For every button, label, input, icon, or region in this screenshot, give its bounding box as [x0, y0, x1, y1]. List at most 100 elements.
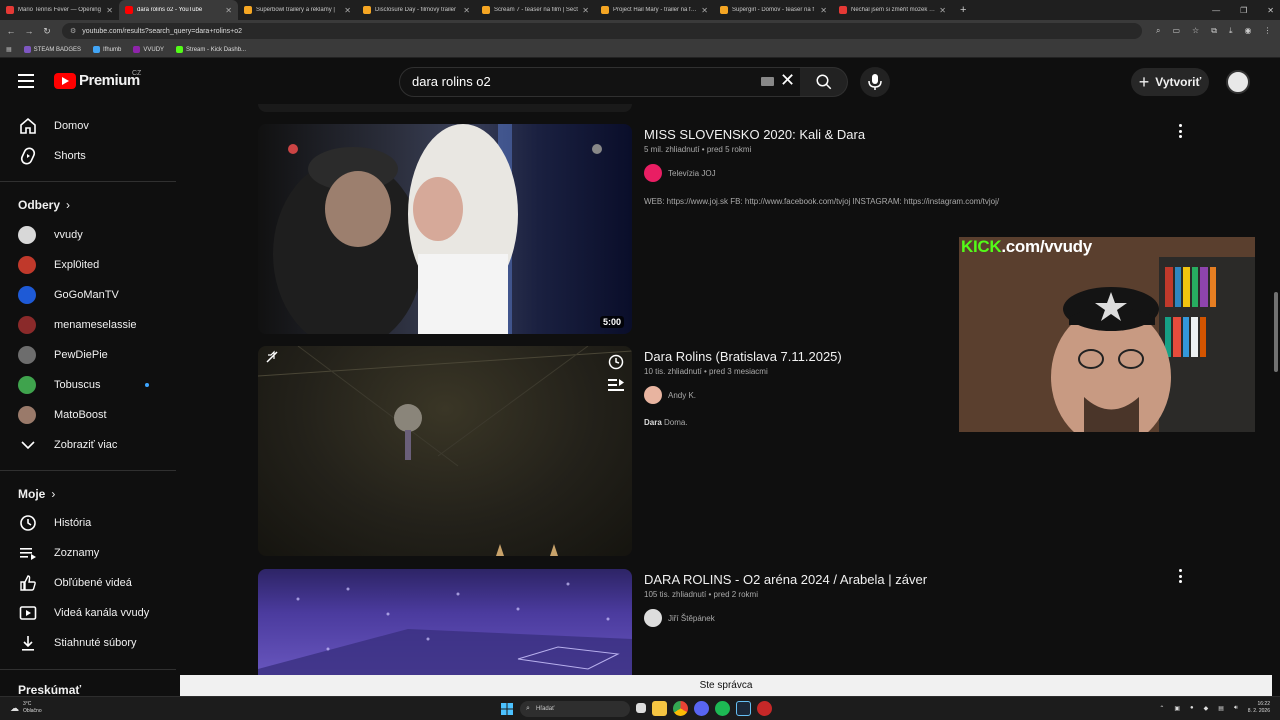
channel-name[interactable]: Televízia JOJ	[668, 169, 716, 178]
sidebar-item-shorts[interactable]: Shorts	[12, 141, 164, 171]
subscription-item[interactable]: PewDiePie	[12, 340, 164, 370]
browser-tab[interactable]: Mario Tennis Fever — Opening ✕	[0, 0, 119, 20]
subscription-item[interactable]: menameselassie	[12, 310, 164, 340]
zoom-icon[interactable]: ⌕	[1156, 26, 1160, 36]
watch-later-icon[interactable]	[608, 354, 624, 370]
channel-name[interactable]: Jiří Štěpánek	[668, 614, 715, 623]
tray-app-icon[interactable]: ◆	[1204, 705, 1209, 712]
spotify-icon[interactable]	[715, 701, 730, 716]
account-avatar[interactable]	[1226, 70, 1250, 94]
menu-hamburger-icon[interactable]	[18, 74, 34, 88]
file-explorer-icon[interactable]	[652, 701, 667, 716]
task-view-icon[interactable]	[636, 703, 646, 713]
downloads-toolbar-icon[interactable]: ⤓	[1229, 26, 1233, 36]
keyboard-icon[interactable]	[761, 77, 774, 86]
tray-chevron-icon[interactable]: ⌃	[1159, 705, 1164, 712]
you-heading[interactable]: Moje ›	[18, 487, 55, 501]
close-tab-icon[interactable]: ✕	[582, 6, 589, 15]
volume-icon[interactable]: 🔊︎	[1234, 705, 1238, 712]
mute-icon[interactable]	[265, 350, 279, 364]
channel-avatar[interactable]	[644, 609, 662, 627]
reload-icon[interactable]: ↻	[40, 26, 54, 37]
sidebar-item-you[interactable]: Obľúbené videá	[12, 568, 164, 598]
close-tab-icon[interactable]: ✕	[820, 6, 827, 15]
channel-avatar[interactable]	[644, 164, 662, 182]
menu-icon[interactable]: ⋮	[1263, 26, 1271, 36]
browser-tab[interactable]: Disclosure Day - filmový trailer ✕	[357, 0, 476, 20]
steam-icon[interactable]	[736, 701, 751, 716]
bookmark-item[interactable]: STEAM BADGES	[23, 46, 81, 53]
sidebar-item-domov[interactable]: Domov	[12, 111, 164, 141]
channel-link[interactable]: Andy K.	[644, 386, 696, 404]
close-tab-icon[interactable]: ✕	[701, 6, 708, 15]
back-icon[interactable]: ←	[4, 26, 18, 36]
site-info-icon[interactable]: ⚙	[70, 27, 76, 35]
browser-tab[interactable]: Nechal jsem si změřit mozek na ✕	[833, 0, 952, 20]
bookmark-item[interactable]: Ifhumb	[93, 46, 121, 53]
bookmark-item[interactable]: VVUDY	[133, 46, 164, 53]
sidebar-item-you[interactable]: História	[12, 508, 164, 538]
network-icon[interactable]: ▤	[1218, 705, 1224, 712]
windows-start-icon[interactable]	[501, 703, 513, 715]
extensions-icon[interactable]: ⧉	[1211, 26, 1217, 36]
close-tab-icon[interactable]: ✕	[344, 6, 351, 15]
subscription-item[interactable]: GoGoManTV	[12, 280, 164, 310]
forward-icon[interactable]: →	[22, 26, 36, 36]
close-tab-icon[interactable]: ✕	[463, 6, 470, 15]
bookmark-item[interactable]: Stream - Kick Dashb...	[176, 46, 246, 53]
discord-icon[interactable]	[694, 701, 709, 716]
browser-tab[interactable]: Scream 7 - teaser na film | Sect ✕	[476, 0, 595, 20]
channel-link[interactable]: Televízia JOJ	[644, 164, 716, 182]
show-more-button[interactable]: Zobraziť viac	[12, 430, 164, 460]
minimize-icon[interactable]: —	[1212, 6, 1220, 15]
clock[interactable]: 16:22 8. 2. 2026	[1248, 701, 1270, 715]
video-thumbnail[interactable]	[258, 346, 632, 556]
subscriptions-heading[interactable]: Odbery ›	[18, 198, 70, 212]
more-actions-icon[interactable]	[1176, 124, 1184, 138]
close-window-icon[interactable]: ✕	[1267, 6, 1274, 15]
page-scrollbar[interactable]	[1272, 106, 1280, 696]
subscription-item[interactable]: Expl0ited	[12, 250, 164, 280]
video-thumbnail[interactable]	[258, 569, 632, 679]
more-actions-icon[interactable]	[1176, 569, 1184, 583]
browser-tab[interactable]: Superbowl trailery a reklamy | ✕	[238, 0, 357, 20]
voice-search-button[interactable]	[860, 67, 890, 97]
admin-banner[interactable]: Ste správca	[180, 675, 1272, 696]
search-result[interactable]: DARA ROLINS - O2 aréna 2024 / Arabela | …	[258, 569, 1188, 679]
subscription-item[interactable]: MatoBoost	[12, 400, 164, 430]
youtube-logo[interactable]: Premium	[54, 72, 140, 89]
close-tab-icon[interactable]: ✕	[106, 6, 113, 15]
maximize-icon[interactable]: ❐	[1240, 6, 1247, 15]
browser-tab[interactable]: Project Hail Mary - trailer na film ✕	[595, 0, 714, 20]
previous-result-thumbnail[interactable]	[258, 104, 632, 112]
address-bar[interactable]: ⚙ youtube.com/results?search_query=dara+…	[62, 23, 1142, 39]
sidebar-item-you[interactable]: Videá kanála vvudy	[12, 598, 164, 628]
bookmark-star-icon[interactable]: ☆	[1192, 26, 1199, 36]
search-button[interactable]	[800, 67, 848, 97]
weather-widget[interactable]: ☁ 3°C Oblačno	[10, 701, 42, 715]
tray-app-icon[interactable]: ▣	[1174, 705, 1180, 712]
add-to-queue-icon[interactable]	[608, 378, 624, 392]
taskbar-search[interactable]: ⌕ Hľadať	[520, 701, 630, 717]
channel-name[interactable]: Andy K.	[668, 391, 696, 400]
app-icon[interactable]	[757, 701, 772, 716]
sidebar-item-you[interactable]: Zoznamy	[12, 538, 164, 568]
tray-app-icon[interactable]: ●	[1190, 705, 1194, 711]
search-input[interactable]: dara rolins o2	[399, 67, 807, 97]
apps-icon[interactable]: ▦	[6, 46, 12, 53]
cast-icon[interactable]: ▭	[1172, 26, 1180, 36]
channel-link[interactable]: Jiří Štěpánek	[644, 609, 715, 627]
video-title[interactable]: DARA ROLINS - O2 aréna 2024 / Arabela | …	[644, 572, 927, 587]
close-tab-icon[interactable]: ✕	[939, 6, 946, 15]
chrome-icon[interactable]	[673, 701, 688, 716]
video-thumbnail[interactable]: 5:00	[258, 124, 632, 334]
browser-tab[interactable]: dara rolins o2 - YouTube ✕	[119, 0, 238, 20]
sidebar-item-you[interactable]: Stiahnuté súbory	[12, 628, 164, 658]
profile-icon[interactable]: ◉	[1244, 26, 1251, 36]
clear-search-icon[interactable]: ✕	[780, 70, 795, 91]
subscription-item[interactable]: Tobuscus	[12, 370, 164, 400]
scroll-thumb[interactable]	[1274, 292, 1278, 372]
browser-tab[interactable]: Supergirl - Domov - teaser na f ✕	[714, 0, 833, 20]
close-tab-icon[interactable]: ✕	[225, 6, 232, 15]
subscription-item[interactable]: vvudy	[12, 220, 164, 250]
